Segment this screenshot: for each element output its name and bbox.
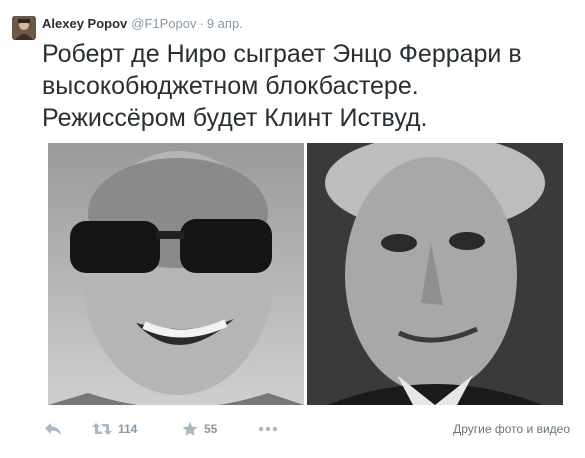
- retweet-button[interactable]: 114: [92, 418, 137, 440]
- tweet-header: Alexey Popov @F1Popov · 9 апр.: [42, 15, 243, 33]
- favorite-count: 55: [204, 422, 218, 436]
- reply-icon: [44, 422, 62, 436]
- tweet: Alexey Popov @F1Popov · 9 апр. Роберт де Ни…: [0, 0, 585, 458]
- tweet-timestamp[interactable]: 9 апр.: [207, 16, 243, 31]
- avatar[interactable]: [12, 16, 36, 40]
- retweet-icon: [92, 422, 112, 436]
- tweet-actions: 114 55 Другие фото и видео: [42, 418, 572, 440]
- more-icon: [258, 426, 278, 432]
- reply-button[interactable]: [44, 418, 62, 440]
- tweet-text-line: Режиссёром будет Клинт Иствуд.: [42, 104, 428, 132]
- header-separator: ·: [199, 16, 204, 31]
- favorite-button[interactable]: 55: [182, 418, 217, 440]
- tweet-text-line: высокобюджетном блокбастере.: [42, 72, 419, 100]
- photo-left[interactable]: [48, 143, 304, 405]
- more-media-link[interactable]: Другие фото и видео: [453, 418, 570, 440]
- more-button[interactable]: [258, 418, 278, 440]
- author-handle[interactable]: @F1Popov: [131, 16, 196, 31]
- retweet-count: 114: [118, 422, 138, 436]
- star-icon: [182, 421, 198, 437]
- tweet-text-line: Роберт де Ниро сыграет Энцо Феррари в: [42, 40, 522, 68]
- photo-right[interactable]: [307, 143, 563, 405]
- author-name[interactable]: Alexey Popov: [42, 16, 127, 31]
- tweet-text: Роберт де Ниро сыграет Энцо Феррари в вы…: [42, 38, 572, 134]
